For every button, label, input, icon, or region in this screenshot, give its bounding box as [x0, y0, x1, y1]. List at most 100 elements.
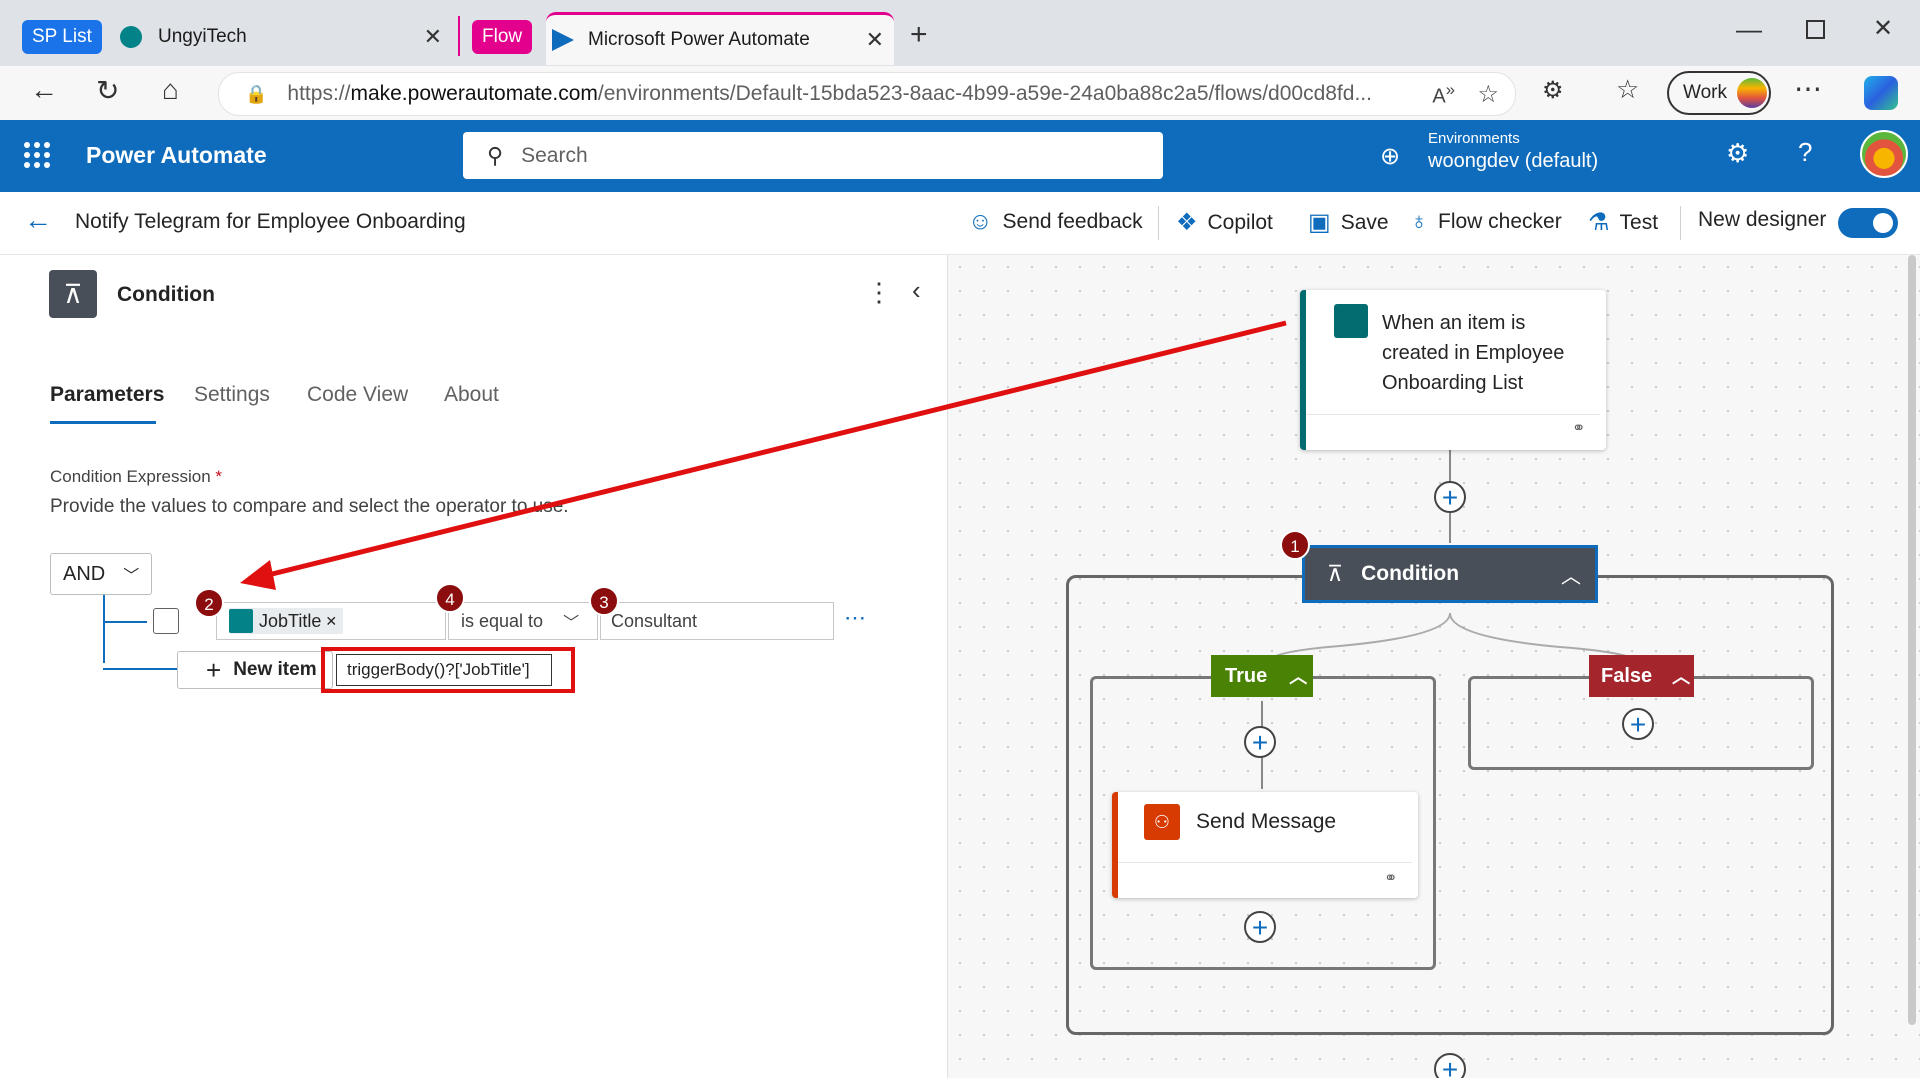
tab-parameters[interactable]: Parameters — [50, 383, 164, 407]
settings-gear-icon[interactable]: ⚙ — [1726, 138, 1749, 169]
tab-power-automate[interactable]: Microsoft Power Automate ✕ — [546, 12, 894, 65]
tab-group-label: SP List — [32, 26, 92, 47]
browser-tab-strip: SP List UngyiTech ✕ Flow Microsoft Power… — [0, 0, 1920, 66]
environment-picker[interactable]: Environments woongdev (default) — [1428, 130, 1598, 173]
tab-about[interactable]: About — [444, 383, 499, 407]
send-message-card[interactable]: ⚇ Send Message ⚭ — [1112, 792, 1418, 898]
search-placeholder: Search — [521, 143, 588, 167]
copilot-button[interactable]: ❖ Copilot — [1176, 208, 1273, 237]
operator-dropdown[interactable]: is equal to ﹀ — [448, 602, 598, 640]
flow-name: Notify Telegram for Employee Onboarding — [75, 210, 466, 233]
tab-ungyitech[interactable]: UngyiTech ✕ — [112, 12, 452, 62]
tab-title: UngyiTech — [158, 26, 247, 47]
new-designer-toggle-group: New designer — [1698, 208, 1826, 232]
new-designer-label: New designer — [1698, 208, 1827, 231]
right-operand-input[interactable]: Consultant — [600, 602, 834, 640]
close-tab-icon[interactable]: ✕ — [866, 27, 884, 53]
tab-settings[interactable]: Settings — [194, 383, 270, 407]
chevron-down-icon: ﹀ — [123, 568, 140, 585]
add-step-plus-icon[interactable]: + — [1434, 1053, 1466, 1078]
more-menu-icon[interactable]: ⋯ — [1794, 72, 1822, 105]
tree-line — [103, 595, 105, 663]
left-operand-input[interactable]: JobTitle ✕ — [216, 602, 446, 640]
link-icon[interactable]: ⚭ — [1384, 868, 1397, 888]
send-message-title: Send Message — [1196, 810, 1337, 833]
link-icon[interactable]: ⚭ — [1572, 418, 1585, 438]
tooltip-text: triggerBody()?['JobTitle'] — [347, 660, 530, 679]
close-tab-icon[interactable]: ✕ — [424, 24, 442, 50]
home-icon[interactable]: ⌂ — [162, 74, 179, 106]
back-icon[interactable]: ← — [30, 74, 58, 106]
sharepoint-icon — [1334, 304, 1368, 338]
false-branch-header[interactable]: False ︿ — [1589, 655, 1694, 697]
app-header: Power Automate ⚲ Search ⊕ Environments w… — [0, 120, 1920, 192]
favorite-star-icon[interactable]: ☆ — [1477, 80, 1499, 109]
app-launcher-icon[interactable] — [24, 142, 50, 168]
condition-icon: ⊼ — [49, 270, 97, 318]
tab-code-view[interactable]: Code View — [307, 383, 408, 407]
row-more-icon[interactable]: ⋯ — [844, 605, 866, 631]
close-window-icon[interactable]: ✕ — [1873, 14, 1893, 43]
dynamic-content-token[interactable]: JobTitle ✕ — [229, 608, 344, 634]
label-text: Condition Expression — [50, 467, 211, 486]
add-step-plus-icon[interactable]: + — [1622, 708, 1654, 740]
maximize-icon[interactable] — [1806, 20, 1825, 39]
read-aloud-icon[interactable]: A» — [1432, 80, 1455, 109]
new-item-button[interactable]: + New item — [177, 651, 333, 689]
remove-token-icon[interactable]: ✕ — [325, 613, 337, 630]
test-button[interactable]: ⚗ Test — [1588, 208, 1658, 237]
user-avatar[interactable] — [1860, 130, 1908, 178]
annotation-marker-2: 2 — [194, 588, 224, 618]
profile-label: Work — [1683, 82, 1727, 103]
refresh-icon[interactable]: ↻ — [96, 74, 119, 107]
add-step-plus-icon[interactable]: + — [1434, 481, 1466, 513]
tab-label: Settings — [194, 383, 270, 406]
copilot-browser-icon[interactable] — [1864, 76, 1898, 110]
token-label: JobTitle — [259, 610, 322, 631]
back-arrow-icon[interactable]: ← — [24, 204, 52, 236]
chevron-up-icon: ︿ — [1289, 667, 1308, 687]
save-icon: ▣ — [1308, 209, 1331, 236]
plus-icon: + — [206, 654, 222, 685]
save-button[interactable]: ▣ Save — [1308, 208, 1389, 237]
group-operator-value: AND — [63, 562, 106, 585]
tab-group-label: Flow — [482, 26, 523, 47]
action-details-panel: ⊼ Condition ⋮ ‹ Parameters Settings Code… — [0, 255, 948, 1078]
url-host: make.powerautomate.com — [350, 82, 598, 105]
annotation-marker-1: 1 — [1280, 530, 1310, 560]
favorites-icon[interactable]: ☆ — [1616, 74, 1639, 105]
profile-avatar-icon — [1736, 78, 1767, 108]
address-bar[interactable]: 🔒 https://make.powerautomate.com/environ… — [218, 72, 1516, 116]
add-step-plus-icon[interactable]: + — [1244, 726, 1276, 758]
flow-checker-button[interactable]: ♁ Flow checker — [1410, 208, 1562, 236]
token-expression-tooltip: triggerBody()?['JobTitle'] — [336, 654, 552, 686]
new-tab-icon[interactable]: + — [910, 18, 928, 52]
url-prefix: https:// — [287, 82, 351, 105]
flow-canvas[interactable]: When an item is created in Employee Onbo… — [948, 255, 1920, 1078]
collapse-panel-icon[interactable]: ‹ — [912, 275, 921, 306]
app-title[interactable]: Power Automate — [86, 142, 267, 169]
marker-number: 4 — [445, 590, 455, 609]
group-operator-dropdown[interactable]: AND ﹀ — [50, 553, 152, 595]
condition-card[interactable]: ⊼ Condition ︿ — [1302, 545, 1598, 603]
new-item-label: New item — [233, 659, 317, 680]
true-branch-header[interactable]: True ︿ — [1211, 655, 1313, 697]
more-options-icon[interactable]: ⋮ — [866, 277, 892, 308]
help-icon[interactable]: ? — [1798, 137, 1812, 168]
marker-number: 2 — [204, 595, 214, 614]
chevron-up-icon[interactable]: ︿ — [1561, 560, 1581, 589]
extensions-icon[interactable]: ⚙ — [1542, 76, 1564, 105]
new-designer-toggle[interactable] — [1838, 208, 1898, 238]
search-input[interactable]: ⚲ Search — [463, 132, 1163, 179]
row-checkbox[interactable] — [153, 608, 179, 634]
trigger-card[interactable]: When an item is created in Employee Onbo… — [1300, 290, 1606, 450]
profile-button[interactable]: Work — [1667, 71, 1771, 115]
tab-group-sp-list[interactable]: SP List — [22, 20, 102, 54]
flow-checker-label: Flow checker — [1438, 210, 1562, 233]
send-feedback-button[interactable]: ☺ Send feedback — [968, 208, 1143, 236]
tab-group-flow[interactable]: Flow — [472, 20, 533, 54]
add-step-plus-icon[interactable]: + — [1244, 911, 1276, 943]
stethoscope-icon: ♁ — [1410, 208, 1428, 235]
minimize-icon[interactable]: — — [1736, 14, 1762, 45]
canvas-scrollbar[interactable] — [1908, 255, 1916, 1025]
